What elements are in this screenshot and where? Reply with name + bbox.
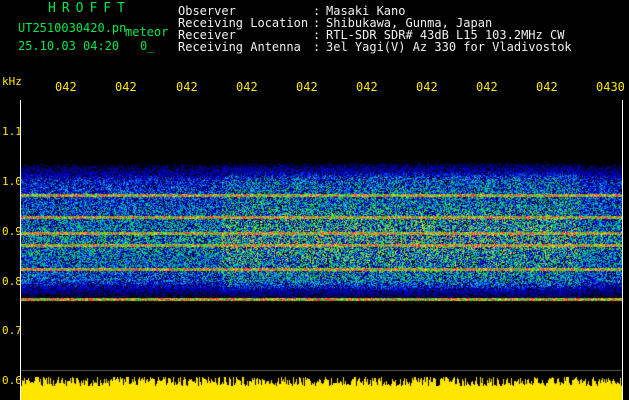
time-tick: 042: [176, 80, 198, 94]
time-tick: 042: [55, 80, 77, 94]
frequency-tick: 0.8: [2, 275, 22, 288]
frequency-tick: 0.7: [2, 324, 22, 337]
spectrogram-canvas: [21, 100, 622, 400]
time-tick: 042: [356, 80, 378, 94]
frequency-unit-label: kHz: [2, 75, 22, 88]
file-suffix: meteor: [125, 25, 169, 39]
spectrogram-plot: [20, 100, 623, 400]
time-tick: 042: [476, 80, 498, 94]
frequency-tick: 0.6: [2, 374, 22, 387]
frequency-tick: 1.1: [2, 125, 22, 138]
frame-counter: 0_: [140, 39, 155, 53]
frequency-tick: 0.9: [2, 225, 22, 238]
time-tick: 042: [296, 80, 318, 94]
timestamp: 25.10.03 04:20: [18, 39, 120, 53]
app-title: HROFFT: [48, 1, 131, 16]
time-tick: 042: [536, 80, 558, 94]
file-name: UT2510030420.pn: [18, 21, 127, 35]
info-separator: :: [313, 40, 321, 54]
time-tick: 0430: [596, 80, 625, 94]
frequency-tick: 1.0: [2, 175, 22, 188]
info-value-antenna: 3el Yagi(V) Az 330 for Vladivostok: [326, 40, 572, 54]
time-tick: 042: [416, 80, 438, 94]
time-tick: 042: [115, 80, 137, 94]
time-tick: 042: [236, 80, 258, 94]
info-label-antenna: Receiving Antenna: [178, 40, 301, 54]
